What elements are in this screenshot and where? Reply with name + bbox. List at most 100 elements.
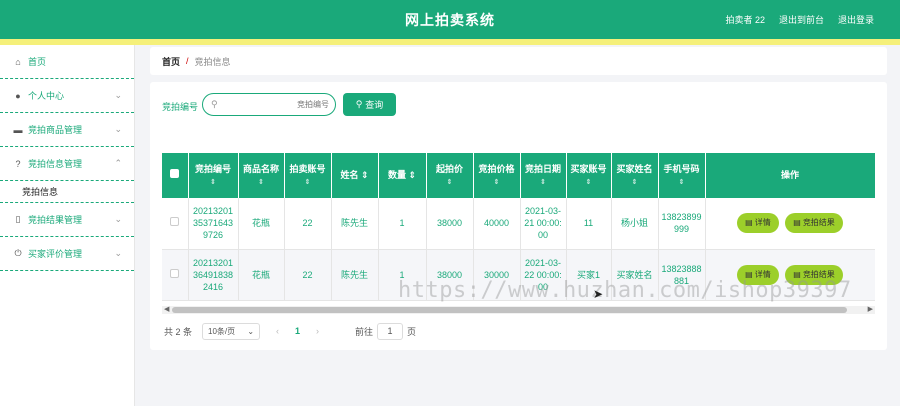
scroll-right-icon[interactable]: ▶ (868, 305, 873, 313)
column-header-actions: 操作 (705, 153, 875, 198)
cell-product: 花瓶 (238, 249, 285, 301)
back-to-front-link[interactable]: 退出到前台 (779, 13, 824, 26)
sidebar-item-auction-result[interactable]: ▯ 竞拍结果管理 ⌄ (0, 203, 134, 237)
sort-icon: ⇕ (585, 178, 592, 186)
sidebar-item-label: 竞拍信息管理 (28, 159, 83, 169)
sidebar-item-buyer-review[interactable]: ⏻ 买家评价管理 ⌄ (0, 237, 134, 271)
table-row: 20213201353716439726 花瓶 22 陈先生 1 38000 4… (162, 198, 875, 250)
chevron-down-icon: ⌄ (114, 90, 122, 100)
sort-icon: ⇕ (446, 178, 453, 186)
chevron-down-icon: ⌄ (114, 124, 122, 134)
column-header[interactable]: 姓名 ⇕ (331, 153, 379, 198)
column-header[interactable]: 竞拍编号 ⇕ (188, 153, 239, 198)
detail-button[interactable]: ▤ 详情 (737, 213, 779, 234)
cell-qty: 1 (378, 198, 427, 250)
content-panel: 竞拍编号 ⚲ ⚲ 查询 竞拍编号⇕ 商品名称⇕ 拍卖账号⇕ 姓名 ⇕ 数量 ⇕ … (150, 82, 887, 350)
user-icon: ● (15, 90, 21, 101)
document-icon: ▤ (745, 218, 753, 228)
select-all-checkbox[interactable] (170, 169, 180, 178)
query-button[interactable]: ⚲ 查询 (343, 93, 396, 116)
table-header-row: 竞拍编号 ⇕ 商品名称 ⇕ 拍卖账号 ⇕ 姓名 ⇕ 数量 ⇕ 起拍价 ⇕ 竞拍价格 ⇕ 竞… (162, 153, 875, 198)
document-icon: ▤ (793, 218, 801, 228)
column-header[interactable]: 起拍价 ⇕ (426, 153, 474, 198)
cell-product: 花瓶 (238, 198, 285, 250)
next-page-icon[interactable]: › (316, 326, 319, 336)
cell-actions: ▤ 详情 ▤ 竞拍结果 (705, 198, 875, 250)
power-icon: ⏻ (14, 248, 22, 258)
column-header[interactable]: 买家姓名 ⇕ (611, 153, 659, 198)
sort-icon: ⇕ (678, 178, 685, 186)
cell-bid-price: 40000 (473, 198, 521, 250)
search-icon: ⚲ (355, 99, 363, 109)
goto-unit: 页 (407, 326, 417, 337)
column-header[interactable]: 拍卖账号 ⇕ (284, 153, 332, 198)
breadcrumb-separator: / (186, 56, 189, 66)
sort-icon: ⇕ (408, 170, 417, 180)
scroll-left-icon[interactable]: ◀ (164, 305, 169, 313)
sidebar-item-profile[interactable]: ● 个人中心 ⌄ (0, 79, 134, 113)
goto-page-input[interactable]: 1 (377, 322, 404, 340)
sort-icon: ⇕ (360, 170, 369, 180)
cell-name: 陈先生 (331, 198, 379, 250)
sort-icon: ⇕ (210, 178, 216, 186)
cell-buyer-name: 杨小姐 (611, 198, 659, 250)
row-checkbox[interactable] (170, 217, 180, 227)
sort-icon: ⇕ (258, 178, 264, 186)
chevron-up-icon: ⌃ (114, 158, 122, 168)
sidebar-item-label: 首页 (28, 57, 47, 67)
sidebar-item-home[interactable]: ⌂ 首页 (0, 45, 134, 79)
phone-icon: ▯ (15, 214, 21, 224)
search-input[interactable] (225, 97, 329, 112)
pagination: 共 2 条 10条/页 ⌄ ‹ 1 › 前往 1 页 (164, 322, 416, 340)
chevron-down-icon: ⌄ (247, 326, 255, 336)
total-count: 共 2 条 (164, 326, 193, 337)
cell-id: 20213201353716439726 (188, 198, 239, 250)
cell-phone: 13823899999 (658, 198, 706, 250)
search-icon: ⚲ (211, 99, 218, 109)
sidebar-item-label: 个人中心 (28, 91, 65, 101)
briefcase-icon: ▬ (13, 124, 23, 135)
sidebar-item-label: 竞拍商品管理 (28, 125, 83, 135)
row-checkbox[interactable] (170, 268, 180, 278)
page-number[interactable]: 1 (295, 326, 300, 336)
sidebar: ⌂ 首页 ● 个人中心 ⌄ ▬ 竞拍商品管理 ⌄ ? 竞拍信息管理 ⌃ 竞拍信息… (0, 45, 135, 406)
breadcrumb-home[interactable]: 首页 (162, 55, 180, 68)
search-field[interactable]: ⚲ (202, 93, 336, 116)
search-label: 竞拍编号 (162, 102, 199, 112)
page-size-select[interactable]: 10条/页 ⌄ (202, 322, 261, 340)
watermark: https://www.huzhan.com/ishop39397 (398, 278, 852, 303)
user-label: 拍卖者 22 (725, 15, 765, 25)
sidebar-item-auction-goods[interactable]: ▬ 竞拍商品管理 ⌄ (0, 113, 134, 147)
cell-start-price: 38000 (426, 198, 474, 250)
chevron-down-icon: ⌄ (114, 248, 122, 258)
accent-bar (0, 39, 900, 45)
cell-seller: 22 (284, 249, 332, 301)
home-icon: ⌂ (15, 56, 21, 67)
column-header[interactable]: 买家账号 ⇕ (566, 153, 612, 198)
column-header[interactable]: 竞拍日期 ⇕ (520, 153, 567, 198)
logout-link[interactable]: 退出登录 (838, 13, 874, 26)
column-header[interactable]: 手机号码 ⇕ (658, 153, 706, 198)
select-all-cell[interactable] (162, 153, 189, 198)
column-header[interactable]: 数量 ⇕ (378, 153, 427, 198)
prev-page-icon[interactable]: ‹ (276, 326, 279, 336)
top-header: 网上拍卖系统 拍卖者 22 退出到前台 退出登录 (0, 0, 900, 39)
sidebar-subitem-auction-info[interactable]: 竞拍信息 (0, 181, 134, 203)
header-actions: 拍卖者 22 退出到前台 退出登录 (725, 13, 874, 26)
cell-seller: 22 (284, 198, 332, 250)
cell-name: 陈先生 (331, 249, 379, 301)
result-button[interactable]: ▤ 竞拍结果 (785, 213, 843, 234)
cell-buyer: 11 (566, 198, 612, 250)
sidebar-item-label: 买家评价管理 (28, 249, 83, 259)
scrollbar-thumb[interactable] (172, 307, 847, 313)
horizontal-scrollbar[interactable]: ◀ ▶ (162, 306, 875, 314)
sort-icon: ⇕ (540, 178, 546, 186)
cell-id: 20213201364918382416 (188, 249, 239, 301)
sidebar-item-auction-info[interactable]: ? 竞拍信息管理 ⌃ (0, 147, 134, 181)
column-header[interactable]: 商品名称 ⇕ (238, 153, 285, 198)
cell-date: 2021-03-21 00:00:00 (520, 198, 567, 250)
breadcrumb-current: 竞拍信息 (194, 56, 231, 67)
sort-icon: ⇕ (304, 178, 311, 186)
mouse-cursor-icon: ➤ (593, 287, 604, 301)
column-header[interactable]: 竞拍价格 ⇕ (473, 153, 521, 198)
